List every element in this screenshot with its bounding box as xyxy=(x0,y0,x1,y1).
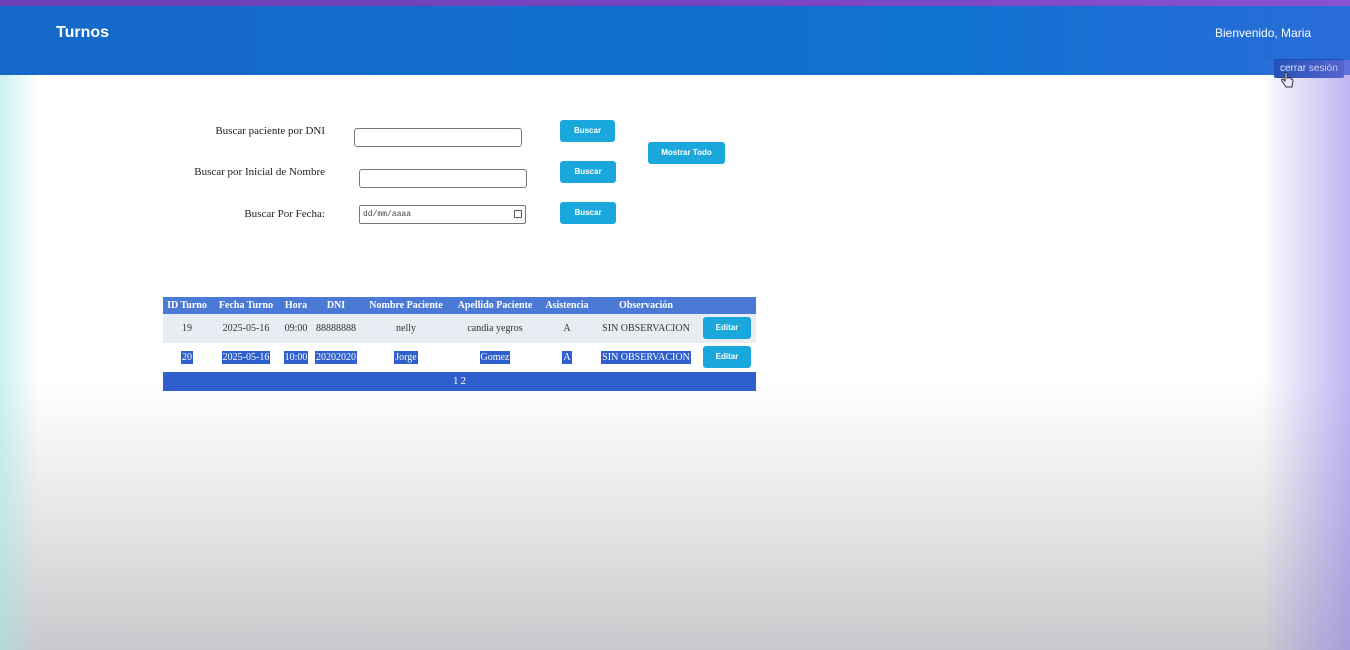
cell-attendance-text: A xyxy=(562,351,572,364)
dni-search-label: Buscar paciente por DNI xyxy=(215,125,325,137)
table-row: 20 2025-05-16 10:00 20202020 Jorge Gomez… xyxy=(163,343,756,372)
date-placeholder: dd/mm/aaaa xyxy=(363,210,412,219)
cell-observation: SIN OBSERVACION xyxy=(595,343,697,372)
cell-dni: 88888888 xyxy=(316,323,356,334)
screen-glare-right xyxy=(1260,60,1350,650)
name-search-input[interactable] xyxy=(359,169,527,188)
appointments-table: ID Turno Fecha Turno Hora DNI Nombre Pac… xyxy=(163,297,756,391)
cell-last-name: Gomez xyxy=(451,343,539,372)
cell-last-name-text: Gomez xyxy=(479,351,511,364)
cell-id: 19 xyxy=(182,323,192,334)
search-date-button[interactable]: Buscar xyxy=(560,202,616,224)
date-search-input[interactable]: dd/mm/aaaa xyxy=(359,205,526,224)
show-all-button[interactable]: Mostrar Todo xyxy=(648,142,725,164)
page-link-2[interactable]: 2 xyxy=(460,375,468,387)
app-header: Turnos Bienvenido, Maria cerrar sesión xyxy=(0,6,1350,78)
page-title: Turnos xyxy=(56,24,110,41)
dni-search-input[interactable] xyxy=(354,128,522,147)
cell-id: 20 xyxy=(163,343,211,372)
cell-dni-text: 20202020 xyxy=(315,351,357,364)
column-header-time: Hora xyxy=(284,300,308,311)
search-dni-button[interactable]: Buscar xyxy=(560,120,615,142)
cell-last-name: candia yegros xyxy=(467,323,523,334)
column-header-attendance: Asistencia xyxy=(545,300,589,311)
cell-id-text: 20 xyxy=(181,351,193,364)
search-name-button[interactable]: Buscar xyxy=(560,161,616,183)
cell-attendance: A xyxy=(563,323,571,334)
cell-time: 09:00 xyxy=(284,323,308,334)
cell-observation: SIN OBSERVACION xyxy=(602,323,690,334)
edit-button[interactable]: Editar xyxy=(703,317,751,339)
pagination: 12 xyxy=(163,372,756,391)
cell-first-name: nelly xyxy=(396,323,416,334)
cell-dni: 20202020 xyxy=(313,343,359,372)
cell-observation-text: SIN OBSERVACION xyxy=(601,351,691,364)
welcome-message: Bienvenido, Maria xyxy=(1215,26,1312,40)
column-header-last-name: Apellido Paciente xyxy=(457,300,533,311)
hand-cursor-icon xyxy=(1281,72,1294,88)
cell-first-name-text: Jorge xyxy=(394,351,418,364)
cell-date-text: 2025-05-16 xyxy=(221,351,271,364)
name-search-label: Buscar por Inicial de Nombre xyxy=(194,166,325,178)
column-header-dni: DNI xyxy=(326,300,346,311)
screen-glare-left xyxy=(0,75,40,650)
cell-time-text: 10:00 xyxy=(283,351,309,364)
column-header-date: Fecha Turno xyxy=(218,300,274,311)
cell-date: 2025-05-16 xyxy=(222,323,270,334)
table-header: ID Turno Fecha Turno Hora DNI Nombre Pac… xyxy=(163,297,756,314)
column-header-observation: Observación xyxy=(619,300,673,311)
edit-button[interactable]: Editar xyxy=(703,346,751,368)
date-search-label: Buscar Por Fecha: xyxy=(244,208,325,220)
column-header-first-name: Nombre Paciente xyxy=(369,300,443,311)
cell-first-name: Jorge xyxy=(363,343,449,372)
calendar-icon[interactable] xyxy=(514,210,522,218)
cell-date: 2025-05-16 xyxy=(213,343,279,372)
cell-time: 10:00 xyxy=(279,343,313,372)
page-link-1[interactable]: 1 xyxy=(452,375,460,387)
column-header-id: ID Turno xyxy=(167,300,207,311)
table-row: 19 2025-05-16 09:00 88888888 nelly candi… xyxy=(163,314,756,343)
cell-attendance: A xyxy=(541,343,593,372)
